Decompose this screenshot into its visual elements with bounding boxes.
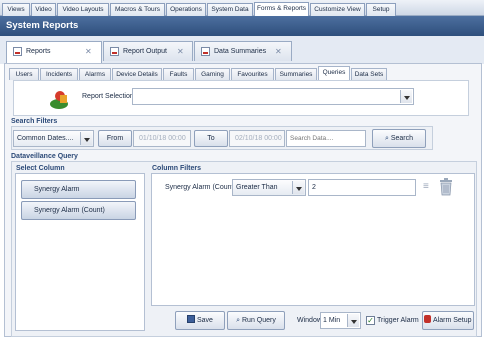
chevron-down-icon[interactable] xyxy=(80,132,92,145)
search-filters-title: Search Filters xyxy=(11,118,58,125)
menu-customize-view[interactable]: Customize View xyxy=(310,3,365,16)
query-title: Dataveillance Query xyxy=(11,153,78,160)
menu-forms-reports[interactable]: Forms & Reports xyxy=(254,2,309,16)
tab-gaming[interactable]: Gaming xyxy=(195,68,230,80)
save-icon xyxy=(187,315,196,323)
chevron-down-icon[interactable] xyxy=(400,90,412,103)
select-column-title: Select Column xyxy=(16,165,65,172)
report-selection-label: Report Selection xyxy=(82,93,134,100)
window-label: Window xyxy=(297,317,322,324)
report-icon xyxy=(201,47,210,56)
chevron-down-icon[interactable] xyxy=(347,314,359,327)
column-filters-area: Synergy Alarm (Count) Greater Than 2 ≡ xyxy=(151,173,475,306)
report-icon xyxy=(13,47,22,56)
save-button-label: Save xyxy=(196,317,213,324)
menu-system-data[interactable]: System Data xyxy=(207,3,253,16)
report-selection-area: Report Selection xyxy=(13,80,469,116)
report-selection-dropdown[interactable] xyxy=(132,88,414,105)
menu-video-layouts[interactable]: Video Layouts xyxy=(57,3,109,16)
run-query-button[interactable]: ⌕ Run Query xyxy=(227,311,285,330)
list-item[interactable]: Synergy Alarm (Count) xyxy=(21,201,136,220)
tab-faults[interactable]: Faults xyxy=(163,68,194,80)
window-combo[interactable]: 1 Min xyxy=(320,312,361,329)
tab-device-details[interactable]: Device Details xyxy=(112,68,162,80)
tab-reports[interactable]: Reports ✕ xyxy=(6,41,102,64)
menu-views[interactable]: Views xyxy=(2,3,30,16)
query-group: Select Column Synergy Alarm Synergy Alar… xyxy=(11,161,477,337)
reports-panel: Users Incidents Alarms Device Details Fa… xyxy=(4,63,482,337)
column-filters-title: Column Filters xyxy=(152,165,202,172)
tab-users[interactable]: Users xyxy=(9,68,39,80)
list-icon[interactable]: ≡ xyxy=(423,181,433,193)
tab-data-summaries-label: Data Summaries xyxy=(214,48,267,55)
column-list: Synergy Alarm Synergy Alarm (Count) xyxy=(15,173,145,331)
to-button[interactable]: To xyxy=(194,130,228,147)
tab-data-sets[interactable]: Data Sets xyxy=(351,68,387,80)
search-icon: ⌕ xyxy=(236,317,241,324)
report-app-icon xyxy=(48,88,70,110)
tab-reports-label: Reports xyxy=(26,48,51,55)
search-filters-group: Common Dates.... From 01/10/18 00:00 To … xyxy=(11,126,433,150)
top-menu-bar: Views Video Video Layouts Macros & Tours… xyxy=(0,0,484,16)
alarm-icon xyxy=(424,315,432,323)
from-button[interactable]: From xyxy=(98,130,132,147)
to-date-field[interactable]: 02/10/18 00:00 xyxy=(229,130,285,147)
tab-queries[interactable]: Queries xyxy=(318,66,350,80)
tab-summaries[interactable]: Summaries xyxy=(275,68,317,80)
window-value: 1 Min xyxy=(323,317,341,324)
alarm-setup-button[interactable]: Alarm Setup xyxy=(422,311,474,330)
from-date-field[interactable]: 01/10/18 00:00 xyxy=(133,130,191,147)
trigger-alarm-checkbox[interactable]: ✓ xyxy=(366,316,375,325)
tab-incidents[interactable]: Incidents xyxy=(40,68,78,80)
search-icon: ⌕ xyxy=(384,135,389,142)
tab-favourites[interactable]: Favourites xyxy=(231,68,274,80)
chevron-down-icon[interactable] xyxy=(292,181,304,194)
close-icon[interactable]: ✕ xyxy=(275,42,282,61)
menu-setup[interactable]: Setup xyxy=(366,3,396,16)
filter-value-field[interactable]: 2 xyxy=(308,179,416,196)
operator-combo[interactable]: Greater Than xyxy=(232,179,306,196)
list-item[interactable]: Synergy Alarm xyxy=(21,180,136,199)
menu-macros-tours[interactable]: Macros & Tours xyxy=(110,3,165,16)
close-icon[interactable]: ✕ xyxy=(177,42,184,61)
run-query-button-label: Run Query xyxy=(242,317,276,324)
main-tab-strip: Reports ✕ Report Output ✕ Data Summaries… xyxy=(0,36,484,64)
close-icon[interactable]: ✕ xyxy=(85,42,92,61)
tab-alarms[interactable]: Alarms xyxy=(79,68,111,80)
tab-report-output[interactable]: Report Output ✕ xyxy=(103,41,193,61)
menu-video[interactable]: Video xyxy=(31,3,56,16)
common-dates-combo[interactable]: Common Dates.... xyxy=(13,130,94,147)
trigger-alarm-label: Trigger Alarm xyxy=(377,317,419,324)
operator-value: Greater Than xyxy=(236,184,278,191)
search-input[interactable] xyxy=(286,130,366,147)
filter-column-label: Synergy Alarm (Count) xyxy=(165,184,236,191)
trash-icon[interactable] xyxy=(439,178,453,196)
search-button[interactable]: ⌕ Search xyxy=(372,129,426,148)
tab-report-output-label: Report Output xyxy=(123,48,167,55)
page-title: System Reports xyxy=(0,16,484,36)
tab-data-summaries[interactable]: Data Summaries ✕ xyxy=(194,41,292,61)
search-button-label: Search xyxy=(390,135,414,142)
save-button[interactable]: Save xyxy=(175,311,225,330)
alarm-setup-button-label: Alarm Setup xyxy=(433,317,472,324)
report-icon xyxy=(110,47,119,56)
common-dates-value: Common Dates.... xyxy=(17,135,74,142)
menu-operations[interactable]: Operations xyxy=(166,3,206,16)
